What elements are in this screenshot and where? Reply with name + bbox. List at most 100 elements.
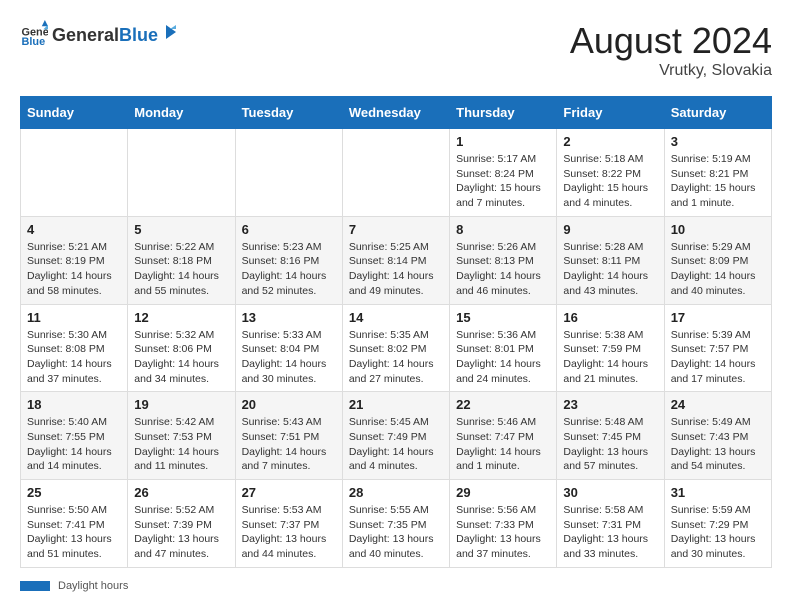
day-number: 4 (27, 222, 121, 237)
day-info: Sunrise: 5:45 AM Sunset: 7:49 PM Dayligh… (349, 415, 443, 474)
day-number: 29 (456, 485, 550, 500)
month-year: August 2024 (570, 20, 772, 62)
day-info: Sunrise: 5:25 AM Sunset: 8:14 PM Dayligh… (349, 240, 443, 299)
calendar-cell: 17 Sunrise: 5:39 AM Sunset: 7:57 PM Dayli… (664, 304, 771, 392)
calendar-table: SundayMondayTuesdayWednesdayThursdayFrid… (20, 96, 772, 568)
day-number: 28 (349, 485, 443, 500)
day-info: Sunrise: 5:39 AM Sunset: 7:57 PM Dayligh… (671, 328, 765, 387)
day-info: Sunrise: 5:36 AM Sunset: 8:01 PM Dayligh… (456, 328, 550, 387)
calendar-cell (21, 129, 128, 217)
day-info: Sunrise: 5:50 AM Sunset: 7:41 PM Dayligh… (27, 503, 121, 562)
calendar-cell (128, 129, 235, 217)
daylight-bar (20, 581, 50, 591)
header: General Blue GeneralBlue August 2024 Vru… (20, 20, 772, 80)
weekday-header-monday: Monday (128, 97, 235, 129)
calendar-cell: 7 Sunrise: 5:25 AM Sunset: 8:14 PM Daylig… (342, 216, 449, 304)
week-row-2: 4 Sunrise: 5:21 AM Sunset: 8:19 PM Daylig… (21, 216, 772, 304)
weekday-header-tuesday: Tuesday (235, 97, 342, 129)
calendar-cell: 23Sunrise: 5:48 AM Sunset: 7:45 PM Dayli… (557, 392, 664, 480)
day-info: Sunrise: 5:33 AM Sunset: 8:04 PM Dayligh… (242, 328, 336, 387)
weekday-header-row: SundayMondayTuesdayWednesdayThursdayFrid… (21, 97, 772, 129)
day-number: 2 (563, 134, 657, 149)
weekday-header-friday: Friday (557, 97, 664, 129)
day-number: 12 (134, 310, 228, 325)
day-number: 9 (563, 222, 657, 237)
logo-icon: General Blue (20, 20, 48, 48)
calendar-cell: 12 Sunrise: 5:32 AM Sunset: 8:06 PM Dayli… (128, 304, 235, 392)
day-number: 17 (671, 310, 765, 325)
calendar-cell: 21Sunrise: 5:45 AM Sunset: 7:49 PM Dayli… (342, 392, 449, 480)
day-number: 10 (671, 222, 765, 237)
calendar-cell: 24Sunrise: 5:49 AM Sunset: 7:43 PM Dayli… (664, 392, 771, 480)
day-number: 24 (671, 397, 765, 412)
day-info: Sunrise: 5:42 AM Sunset: 7:53 PM Dayligh… (134, 415, 228, 474)
location: Vrutky, Slovakia (570, 62, 772, 80)
calendar-cell: 26Sunrise: 5:52 AM Sunset: 7:39 PM Dayli… (128, 480, 235, 568)
calendar-cell: 22Sunrise: 5:46 AM Sunset: 7:47 PM Dayli… (450, 392, 557, 480)
day-number: 6 (242, 222, 336, 237)
day-info: Sunrise: 5:18 AM Sunset: 8:22 PM Dayligh… (563, 152, 657, 211)
day-info: Sunrise: 5:22 AM Sunset: 8:18 PM Dayligh… (134, 240, 228, 299)
calendar-cell: 31 Sunrise: 5:59 AM Sunset: 7:29 PM Dayli… (664, 480, 771, 568)
logo: General Blue GeneralBlue (20, 20, 178, 48)
footer: Daylight hours (20, 580, 772, 592)
calendar-cell: 28 Sunrise: 5:55 AM Sunset: 7:35 PM Dayli… (342, 480, 449, 568)
day-info: Sunrise: 5:38 AM Sunset: 7:59 PM Dayligh… (563, 328, 657, 387)
calendar-cell: 1Sunrise: 5:17 AM Sunset: 8:24 PM Daylig… (450, 129, 557, 217)
calendar-cell: 6 Sunrise: 5:23 AM Sunset: 8:16 PM Daylig… (235, 216, 342, 304)
week-row-3: 11 Sunrise: 5:30 AM Sunset: 8:08 PM Dayli… (21, 304, 772, 392)
day-number: 3 (671, 134, 765, 149)
day-number: 31 (671, 485, 765, 500)
week-row-5: 25Sunrise: 5:50 AM Sunset: 7:41 PM Dayli… (21, 480, 772, 568)
day-number: 20 (242, 397, 336, 412)
day-number: 15 (456, 310, 550, 325)
day-number: 19 (134, 397, 228, 412)
calendar-cell: 16 Sunrise: 5:38 AM Sunset: 7:59 PM Dayli… (557, 304, 664, 392)
daylight-label: Daylight hours (58, 580, 128, 592)
day-number: 30 (563, 485, 657, 500)
day-number: 23 (563, 397, 657, 412)
calendar-cell: 15 Sunrise: 5:36 AM Sunset: 8:01 PM Dayli… (450, 304, 557, 392)
calendar-cell: 8Sunrise: 5:26 AM Sunset: 8:13 PM Daylig… (450, 216, 557, 304)
day-number: 11 (27, 310, 121, 325)
calendar-cell: 25Sunrise: 5:50 AM Sunset: 7:41 PM Dayli… (21, 480, 128, 568)
day-info: Sunrise: 5:43 AM Sunset: 7:51 PM Dayligh… (242, 415, 336, 474)
calendar-cell: 19 Sunrise: 5:42 AM Sunset: 7:53 PM Dayli… (128, 392, 235, 480)
day-info: Sunrise: 5:55 AM Sunset: 7:35 PM Dayligh… (349, 503, 443, 562)
day-info: Sunrise: 5:30 AM Sunset: 8:08 PM Dayligh… (27, 328, 121, 387)
calendar-cell: 11 Sunrise: 5:30 AM Sunset: 8:08 PM Dayli… (21, 304, 128, 392)
day-info: Sunrise: 5:40 AM Sunset: 7:55 PM Dayligh… (27, 415, 121, 474)
calendar-cell: 13 Sunrise: 5:33 AM Sunset: 8:04 PM Dayli… (235, 304, 342, 392)
day-info: Sunrise: 5:46 AM Sunset: 7:47 PM Dayligh… (456, 415, 550, 474)
weekday-header-wednesday: Wednesday (342, 97, 449, 129)
day-number: 7 (349, 222, 443, 237)
day-number: 8 (456, 222, 550, 237)
calendar-cell: 30Sunrise: 5:58 AM Sunset: 7:31 PM Dayli… (557, 480, 664, 568)
calendar-cell: 29 Sunrise: 5:56 AM Sunset: 7:33 PM Dayli… (450, 480, 557, 568)
week-row-1: 1Sunrise: 5:17 AM Sunset: 8:24 PM Daylig… (21, 129, 772, 217)
day-info: Sunrise: 5:29 AM Sunset: 8:09 PM Dayligh… (671, 240, 765, 299)
svg-text:Blue: Blue (22, 36, 46, 48)
calendar-cell: 2 Sunrise: 5:18 AM Sunset: 8:22 PM Daylig… (557, 129, 664, 217)
calendar-cell: 18Sunrise: 5:40 AM Sunset: 7:55 PM Dayli… (21, 392, 128, 480)
week-row-4: 18Sunrise: 5:40 AM Sunset: 7:55 PM Dayli… (21, 392, 772, 480)
weekday-header-sunday: Sunday (21, 97, 128, 129)
logo-arrow (160, 23, 178, 46)
day-info: Sunrise: 5:17 AM Sunset: 8:24 PM Dayligh… (456, 152, 550, 211)
day-number: 13 (242, 310, 336, 325)
weekday-header-thursday: Thursday (450, 97, 557, 129)
logo-blue: Blue (119, 25, 158, 46)
day-info: Sunrise: 5:59 AM Sunset: 7:29 PM Dayligh… (671, 503, 765, 562)
calendar-cell (235, 129, 342, 217)
day-info: Sunrise: 5:21 AM Sunset: 8:19 PM Dayligh… (27, 240, 121, 299)
day-info: Sunrise: 5:32 AM Sunset: 8:06 PM Dayligh… (134, 328, 228, 387)
day-info: Sunrise: 5:56 AM Sunset: 7:33 PM Dayligh… (456, 503, 550, 562)
calendar-cell: 27Sunrise: 5:53 AM Sunset: 7:37 PM Dayli… (235, 480, 342, 568)
day-info: Sunrise: 5:28 AM Sunset: 8:11 PM Dayligh… (563, 240, 657, 299)
day-info: Sunrise: 5:53 AM Sunset: 7:37 PM Dayligh… (242, 503, 336, 562)
weekday-header-saturday: Saturday (664, 97, 771, 129)
day-number: 16 (563, 310, 657, 325)
logo-general: General (52, 25, 119, 46)
day-info: Sunrise: 5:23 AM Sunset: 8:16 PM Dayligh… (242, 240, 336, 299)
title-area: August 2024 Vrutky, Slovakia (570, 20, 772, 80)
